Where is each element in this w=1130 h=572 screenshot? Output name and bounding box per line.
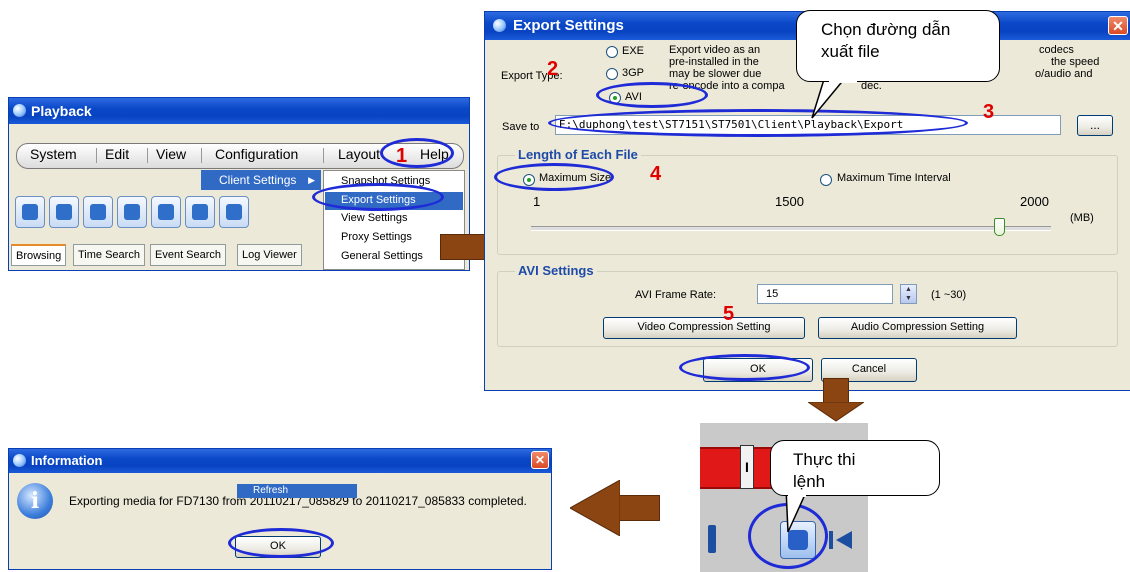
step-3: 3	[983, 101, 995, 123]
step-1: 1	[396, 145, 408, 167]
radio-3gp-label: 3GP	[622, 67, 645, 79]
menu-configuration[interactable]: Configuration	[215, 146, 298, 162]
playback-titlebar: Playback	[9, 98, 469, 124]
callout-execute: Thực thi lệnh	[770, 440, 940, 496]
arrow-body-left	[618, 495, 660, 521]
description-line: Export video as an	[669, 44, 761, 56]
timeline-marker: I	[740, 445, 754, 489]
radio-exe[interactable]	[606, 46, 618, 58]
description-line: o/audio and	[1035, 68, 1093, 80]
arrow-left-icon	[570, 480, 620, 536]
power-icon[interactable]	[15, 196, 45, 228]
highlight-info-ok	[228, 528, 334, 558]
menu-edit[interactable]: Edit	[105, 146, 129, 162]
save-to-label: Save to	[502, 121, 540, 133]
avi-group	[497, 271, 1118, 347]
scale-mid: 1500	[775, 194, 804, 209]
step-2: 2	[547, 58, 559, 80]
submenu-arrow-icon: ▶	[308, 175, 315, 185]
info-close-button[interactable]: ✕	[531, 451, 549, 469]
menu-separator	[96, 148, 97, 163]
tab-strip: Browsing Time Search Event Search Log Vi…	[11, 244, 331, 266]
highlight-avi	[596, 82, 708, 108]
frame-rate-field[interactable]: 15	[757, 284, 893, 304]
size-slider-track[interactable]	[531, 226, 1051, 231]
highlight-max-size	[494, 163, 614, 191]
volume-icon[interactable]	[117, 196, 147, 228]
radio-exe-label: EXE	[622, 45, 645, 57]
tab-time-search[interactable]: Time Search	[73, 244, 145, 266]
tab-browsing[interactable]: Browsing	[11, 244, 67, 266]
export-file-icon[interactable]	[49, 196, 79, 228]
callout-choose-path-text: Chọn đường dẫn xuất file	[821, 20, 951, 61]
tab-log-viewer[interactable]: Log Viewer	[237, 244, 302, 266]
scale-min: 1	[533, 194, 541, 209]
export-close-button[interactable]: ✕	[1108, 16, 1128, 35]
menu-separator	[147, 148, 148, 163]
print-icon[interactable]	[185, 196, 215, 228]
description-line: pre-installed in the	[669, 56, 759, 68]
callout-choose-path: Chọn đường dẫn xuất file	[796, 10, 1000, 82]
frame-rate-label: AVI Frame Rate:	[635, 289, 717, 301]
length-group-title: Length of Each File	[515, 147, 641, 162]
radio-max-time-label: Maximum Time Interval	[837, 172, 951, 184]
menu-separator	[323, 148, 324, 163]
playback-title: Playback	[31, 103, 92, 119]
size-slider-thumb[interactable]	[994, 218, 1005, 236]
menu-view[interactable]: View	[156, 146, 186, 162]
callout-execute-cut-text: lệnh	[793, 472, 826, 491]
description-line: the speed	[1051, 56, 1100, 68]
highlight-help	[380, 138, 454, 168]
callout-execute-text: Thực thi	[793, 450, 856, 469]
export-title: Export Settings	[513, 17, 624, 34]
scale-max: 2000	[1020, 194, 1049, 209]
highlight-save-to	[548, 109, 968, 137]
arrows-icon[interactable]	[219, 196, 249, 228]
menu-separator	[201, 148, 202, 163]
avi-group-title: AVI Settings	[515, 263, 597, 278]
tab-event-search[interactable]: Event Search	[150, 244, 227, 266]
callout-tail-mask	[829, 79, 857, 83]
app-icon	[13, 104, 26, 117]
toolbar	[15, 196, 315, 230]
arrow-down-icon	[808, 402, 864, 422]
highlight-export-settings	[312, 183, 444, 211]
step-4: 4	[650, 163, 662, 185]
menu-system[interactable]: System	[30, 146, 77, 162]
frame-rate-range: (1 ~30)	[931, 289, 967, 301]
information-icon: i	[17, 483, 53, 519]
submenu-view-settings[interactable]: View Settings	[341, 212, 407, 224]
submenu-general-settings[interactable]: General Settings	[341, 250, 423, 262]
frame-step-icon[interactable]	[704, 521, 726, 559]
video-compression-button[interactable]: Video Compression Setting	[603, 317, 805, 339]
export-app-icon	[493, 19, 506, 32]
camera-icon[interactable]	[151, 196, 181, 228]
frame-rate-spinner[interactable]: ▲ ▼	[900, 284, 917, 304]
description-line: may be slower due	[669, 68, 762, 80]
audio-compression-button[interactable]: Audio Compression Setting	[818, 317, 1017, 339]
arrow-body-down	[823, 378, 849, 404]
scale-unit: (MB)	[1070, 212, 1094, 224]
browse-button[interactable]: ...	[1077, 115, 1113, 136]
timeline-marker-label: I	[745, 459, 749, 475]
highlight-ok	[679, 354, 810, 381]
lock-icon[interactable]	[83, 196, 113, 228]
skip-back-icon[interactable]	[826, 527, 856, 555]
frame-rate-value: 15	[766, 288, 779, 300]
client-settings-label: Client Settings	[219, 173, 297, 187]
step-5: 5	[723, 303, 735, 325]
radio-max-time[interactable]	[820, 174, 832, 186]
info-app-icon	[13, 454, 26, 467]
info-titlebar: Information	[9, 449, 551, 473]
refresh-tooltip-label: Refresh	[253, 485, 289, 496]
description-line: codecs	[1039, 44, 1074, 56]
menu-layout[interactable]: Layout	[338, 146, 380, 162]
client-settings-menu[interactable]: Client Settings ▶	[201, 170, 321, 190]
radio-3gp[interactable]	[606, 68, 618, 80]
refresh-tooltip: Refresh	[237, 484, 357, 498]
info-title: Information	[31, 453, 103, 468]
submenu-proxy-settings[interactable]: Proxy Settings	[341, 231, 412, 243]
callout-exec-tail-mask	[788, 493, 806, 497]
